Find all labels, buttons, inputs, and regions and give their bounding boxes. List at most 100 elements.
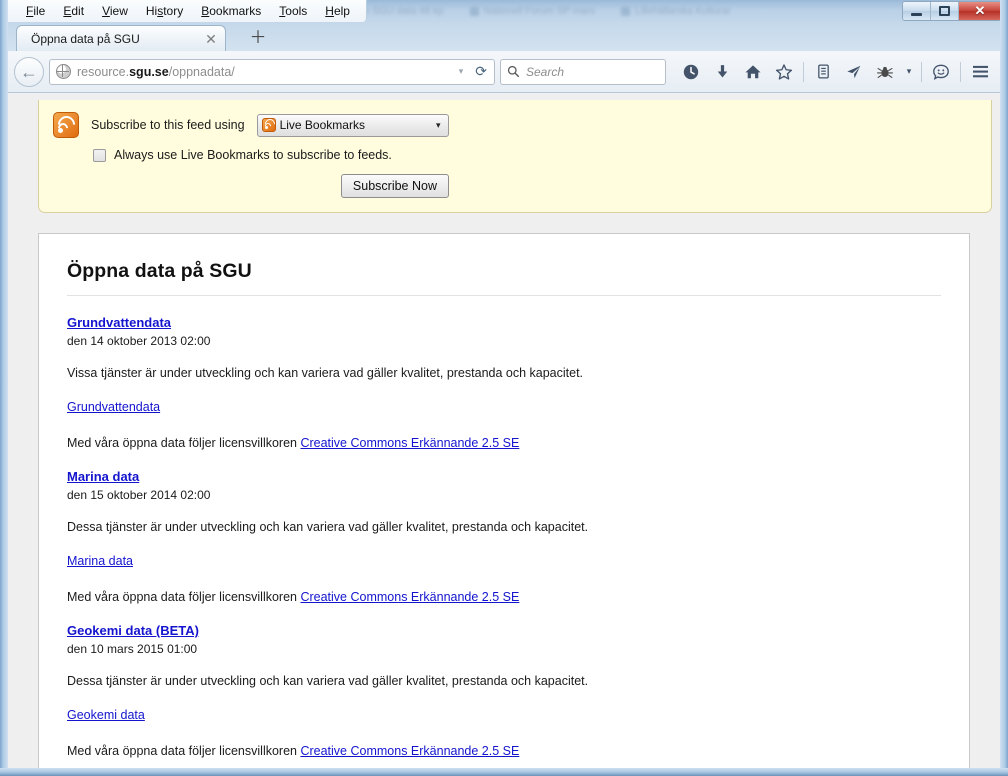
window-frame-bottom (0, 768, 1008, 776)
feed-entry-description: Vissa tjänster är under utveckling och k… (67, 366, 584, 380)
new-tab-button[interactable]: ＋ (246, 28, 270, 50)
navigation-toolbar: ← resource.sgu.se/oppnadata/ ▾ ⟳ Search (8, 51, 1000, 93)
feed-entry-title-link[interactable]: Geokemi data (BETA) (67, 623, 199, 638)
downloads-icon[interactable] (708, 58, 736, 86)
background-tab-label: Lillehällarska Kulturar (635, 5, 731, 17)
feed-subscribe-row: Subscribe to this feed using Live Bookma… (53, 112, 977, 138)
feed-entry-body-link[interactable]: Grundvattendata (67, 400, 160, 414)
url-bar[interactable]: resource.sgu.se/oppnadata/ ▾ ⟳ (49, 58, 495, 85)
feed-entry: Geokemi data (BETA) den 10 mars 2015 01:… (67, 622, 941, 758)
subscribe-now-button[interactable]: Subscribe Now (340, 174, 449, 198)
menu-hamburger-icon[interactable] (966, 58, 994, 86)
tab-active[interactable]: Öppna data på SGU ✕ (16, 25, 226, 51)
always-use-row: Always use Live Bookmarks to subscribe t… (93, 148, 977, 162)
url-suffix: /oppnadata/ (168, 64, 235, 79)
license-prefix: Med våra öppna data följer licensvillkor… (67, 590, 301, 604)
feed-content-card: Öppna data på SGU Grundvattendata den 14… (38, 233, 970, 768)
feed-entry-body-link[interactable]: Marina data (67, 554, 133, 568)
bookmark-star-icon[interactable] (770, 58, 798, 86)
history-icon[interactable] (677, 58, 705, 86)
feed-entry-description: Dessa tjänster är under utveckling och k… (67, 674, 589, 688)
tab-strip: Öppna data på SGU ✕ ＋ (8, 22, 1000, 51)
page-title: Öppna data på SGU (67, 260, 252, 282)
rss-icon-small (261, 116, 277, 132)
feed-entry-date: den 15 oktober 2014 02:00 (67, 488, 211, 502)
url-text: resource.sgu.se/oppnadata/ (77, 65, 450, 79)
chevron-down-icon[interactable]: ▾ (456, 66, 467, 77)
feedback-smiley-icon[interactable] (927, 58, 955, 86)
feed-entry-date: den 14 oktober 2013 02:00 (67, 334, 211, 348)
always-use-checkbox[interactable] (93, 148, 106, 162)
page-viewport: Subscribe to this feed using Live Bookma… (8, 93, 1000, 768)
window-controls: ✕ (902, 1, 1002, 21)
background-tab: Nationell Forum SP mars (469, 5, 596, 17)
license-prefix: Med våra öppna data följer licensvillkor… (67, 436, 301, 450)
close-icon: ✕ (974, 3, 986, 18)
toolbar-icons: ▾ (677, 58, 994, 86)
background-window-tabs: Position SGU data 48 kp Nationell Forum … (320, 2, 888, 20)
tab-close-icon[interactable]: ✕ (203, 32, 219, 46)
toolbar-separator (960, 61, 961, 82)
feed-entry: Grundvattendata den 14 oktober 2013 02:0… (67, 314, 941, 450)
search-icon (507, 65, 520, 78)
search-placeholder: Search (526, 64, 565, 79)
bug-icon[interactable] (871, 58, 899, 86)
feed-entry: Marina data den 15 oktober 2014 02:00 De… (67, 468, 941, 604)
menu-item-file[interactable]: File (18, 2, 53, 20)
minimize-icon (911, 12, 922, 16)
window-frame-right (1000, 0, 1008, 776)
feed-entry-date: den 10 mars 2015 01:00 (67, 642, 198, 656)
minimize-button[interactable] (903, 2, 931, 20)
feed-reader-select[interactable]: Live Bookmarks ▾ (256, 113, 449, 137)
menu-item-edit[interactable]: Edit (55, 2, 92, 20)
background-tab: Lillehällarska Kulturar (621, 6, 731, 17)
menu-item-bookmarks[interactable]: Bookmarks (193, 2, 269, 20)
feed-entry-title-link[interactable]: Grundvattendata (67, 315, 171, 330)
tab-title: Öppna data på SGU (31, 31, 140, 46)
back-button[interactable]: ← (14, 56, 44, 87)
feed-entry-license: Med våra öppna data följer licensvillkor… (67, 590, 941, 604)
search-input[interactable]: Search (500, 58, 666, 85)
back-arrow-icon: ← (20, 61, 38, 82)
license-prefix: Med våra öppna data följer licensvillkor… (67, 744, 301, 758)
license-link[interactable]: Creative Commons Erkännande 2.5 SE (300, 590, 519, 604)
menu-bar: File Edit View History Bookmarks Tools H… (8, 0, 367, 22)
chevron-down-icon: ▾ (436, 119, 441, 130)
feed-entry-license: Med våra öppna data följer licensvillkor… (67, 436, 941, 450)
license-link[interactable]: Creative Commons Erkännande 2.5 SE (300, 436, 519, 450)
feed-reader-value: Live Bookmarks (279, 118, 365, 132)
menu-item-history[interactable]: History (138, 2, 191, 20)
menu-item-tools[interactable]: Tools (271, 2, 315, 20)
feed-entry-description: Dessa tjänster är under utveckling och k… (67, 520, 589, 534)
always-use-label: Always use Live Bookmarks to subscribe t… (114, 148, 392, 162)
toolbar-overflow-caret[interactable]: ▾ (902, 66, 916, 77)
share-send-icon[interactable] (840, 58, 868, 86)
home-icon[interactable] (739, 58, 767, 86)
url-prefix: resource. (77, 64, 130, 79)
background-tab-label: Nationell Forum SP mars (483, 5, 596, 17)
restore-icon (939, 6, 950, 16)
subscribe-action-row: Subscribe Now (53, 174, 977, 198)
globe-icon (56, 64, 71, 79)
url-domain: sgu.se (129, 64, 169, 79)
menu-item-view[interactable]: View (94, 2, 136, 20)
restore-button[interactable] (931, 2, 959, 20)
feed-entry-license: Med våra öppna data följer licensvillkor… (67, 744, 941, 758)
title-divider (67, 295, 941, 296)
feed-subscribe-bar: Subscribe to this feed using Live Bookma… (38, 100, 992, 213)
menu-item-help[interactable]: Help (317, 2, 358, 20)
license-link[interactable]: Creative Commons Erkännande 2.5 SE (300, 744, 519, 758)
window-frame-left (0, 0, 8, 776)
reload-icon[interactable]: ⟳ (472, 63, 490, 80)
reader-list-icon[interactable] (809, 58, 837, 86)
browser-window: Position SGU data 48 kp Nationell Forum … (0, 0, 1008, 776)
toolbar-separator (803, 61, 804, 82)
feed-entry-title-link[interactable]: Marina data (67, 469, 139, 484)
background-tab-favicon (621, 6, 631, 16)
rss-icon (53, 112, 79, 138)
feed-subscribe-label: Subscribe to this feed using (91, 118, 245, 132)
toolbar-separator (921, 61, 922, 82)
background-tab-favicon (469, 6, 479, 16)
close-button[interactable]: ✕ (959, 2, 1001, 20)
feed-entry-body-link[interactable]: Geokemi data (67, 708, 145, 722)
